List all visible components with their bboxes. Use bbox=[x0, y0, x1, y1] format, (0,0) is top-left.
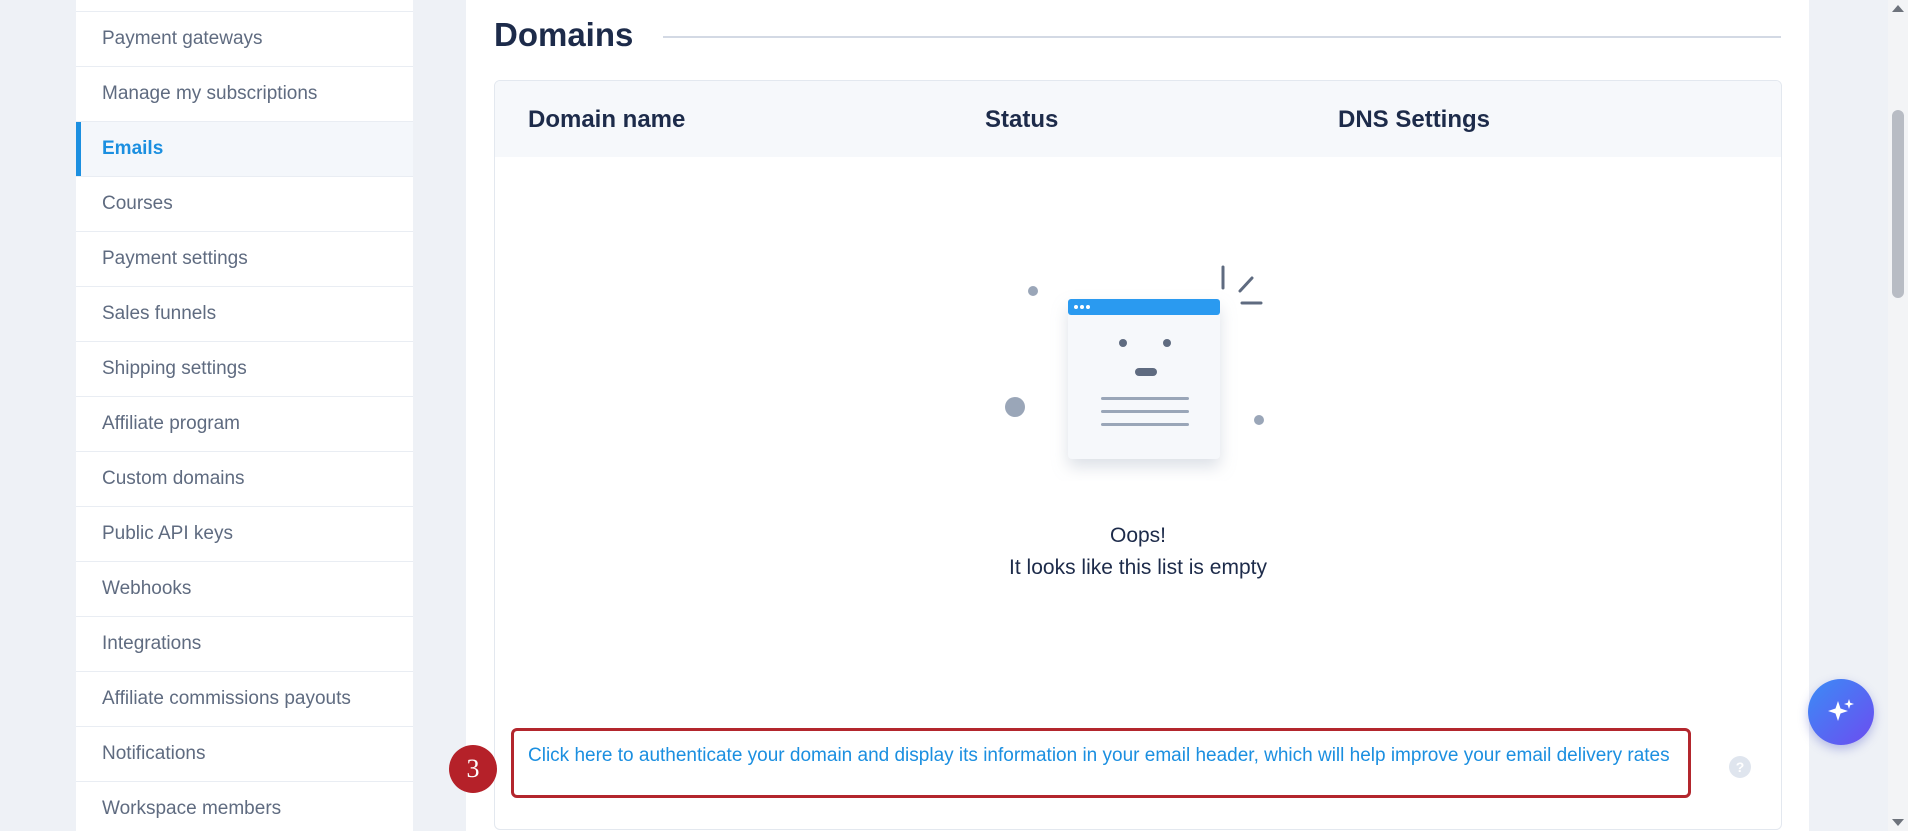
sidebar-item-label: Notifications bbox=[102, 743, 206, 764]
domains-table: Domain name Status DNS Settings Oops! It… bbox=[494, 80, 1782, 830]
authenticate-domain-link[interactable]: Click here to authenticate your domain a… bbox=[511, 728, 1691, 798]
sidebar-item-label: Shipping settings bbox=[102, 358, 247, 379]
sidebar-item-webhooks[interactable]: Webhooks bbox=[76, 562, 413, 617]
sidebar-item-workspace-members[interactable]: Workspace members bbox=[76, 782, 413, 831]
sidebar-item-label: Public API keys bbox=[102, 523, 233, 544]
sidebar-item-custom-domains[interactable]: Custom domains bbox=[76, 452, 413, 507]
sidebar-item-affiliate-commissions-payouts[interactable]: Affiliate commissions payouts bbox=[76, 672, 413, 727]
sidebar-item-notifications[interactable]: Notifications bbox=[76, 727, 413, 782]
sidebar-item-shipping-settings[interactable]: Shipping settings bbox=[76, 342, 413, 397]
sidebar-item-label: Payment gateways bbox=[102, 28, 263, 49]
main-panel: Domains Domain name Status DNS Settings bbox=[466, 0, 1809, 831]
sidebar-item-label: Webhooks bbox=[102, 578, 192, 599]
sidebar-item-affiliate-program[interactable]: Affiliate program bbox=[76, 397, 413, 452]
empty-state-message: It looks like this list is empty bbox=[1009, 556, 1267, 579]
question-icon[interactable]: ? bbox=[1729, 756, 1751, 778]
sidebar-item-label: Courses bbox=[102, 193, 173, 214]
sidebar-item-label: Emails bbox=[102, 138, 164, 159]
sidebar-item-label: Integrations bbox=[102, 633, 202, 654]
empty-state-title: Oops! bbox=[1109, 524, 1167, 547]
page-scrollbar[interactable] bbox=[1888, 0, 1908, 831]
settings-sidebar: Payment gateways Manage my subscriptions E… bbox=[76, 0, 413, 831]
sidebar-list: Payment gateways Manage my subscriptions E… bbox=[76, 12, 413, 831]
sidebar-item-integrations[interactable]: Integrations bbox=[76, 617, 413, 672]
title-divider bbox=[663, 36, 1781, 38]
page-title: Domains bbox=[494, 16, 634, 53]
step-number-badge: 3 bbox=[449, 745, 497, 793]
sidebar-item-label: Affiliate program bbox=[102, 413, 240, 434]
sidebar-item-public-api-keys[interactable]: Public API keys bbox=[76, 507, 413, 562]
sidebar-top-divider bbox=[76, 0, 413, 12]
scroll-down-icon[interactable] bbox=[1892, 819, 1904, 826]
sidebar-item-payment-settings[interactable]: Payment settings bbox=[76, 232, 413, 287]
sidebar-item-payment-gateways[interactable]: Payment gateways bbox=[76, 12, 413, 67]
sidebar-item-emails[interactable]: Emails bbox=[76, 122, 413, 177]
sidebar-item-label: Workspace members bbox=[102, 798, 282, 819]
scroll-thumb[interactable] bbox=[1892, 110, 1904, 298]
sidebar-item-label: Manage my subscriptions bbox=[102, 83, 318, 104]
sidebar-item-label: Custom domains bbox=[102, 468, 245, 489]
sidebar-item-label: Sales funnels bbox=[102, 303, 217, 324]
empty-list-illustration bbox=[1005, 265, 1264, 459]
sidebar-item-label: Payment settings bbox=[102, 248, 248, 269]
ai-assistant-button[interactable] bbox=[1808, 679, 1874, 745]
sidebar-item-courses[interactable]: Courses bbox=[76, 177, 413, 232]
sidebar-item-manage-my-subscriptions[interactable]: Manage my subscriptions bbox=[76, 67, 413, 122]
scroll-up-icon[interactable] bbox=[1892, 5, 1904, 12]
sparkle-icon bbox=[1828, 699, 1854, 721]
sidebar-item-sales-funnels[interactable]: Sales funnels bbox=[76, 287, 413, 342]
sidebar-item-label: Affiliate commissions payouts bbox=[102, 688, 351, 709]
